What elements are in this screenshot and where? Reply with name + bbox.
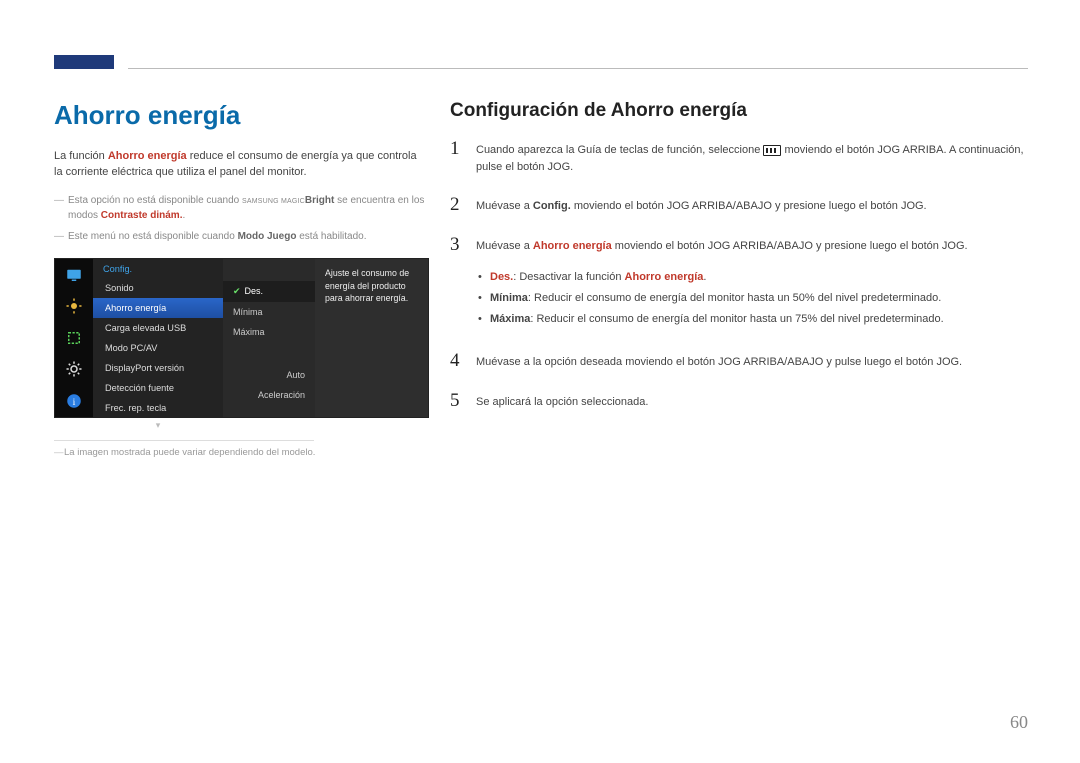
hl-ahorro: Ahorro energía (108, 150, 187, 162)
note-1: Esta opción no está disponible cuando SA… (54, 193, 426, 223)
osd-main-menu: Config. Sonido Ahorro energía Carga elev… (93, 259, 223, 417)
osd-screenshot: i Config. Sonido Ahorro energía Carga el… (54, 258, 429, 418)
header-rule (128, 68, 1028, 69)
gear-icon (55, 354, 93, 386)
osd-sub-item: Mínima (223, 302, 315, 322)
header-tab (54, 55, 114, 69)
steps-list: 1 Cuando aparezca la Guía de teclas de f… (450, 138, 1030, 430)
osd-sub-item: Máxima (223, 322, 315, 342)
info-icon: i (55, 385, 93, 417)
step-1: 1 Cuando aparezca la Guía de teclas de f… (450, 138, 1030, 194)
osd-sub-item-checked: Des. (223, 281, 315, 302)
right-heading: Configuración de Ahorro energía (450, 100, 1030, 122)
options-bullets: Des.: Desactivar la función Ahorro energ… (476, 269, 1030, 328)
osd-description: Ajuste el consumo de energía del product… (315, 259, 428, 417)
note-2: Este menú no está disponible cuando Modo… (54, 229, 426, 244)
left-heading: Ahorro energía (54, 100, 426, 131)
bullet-minima: Mínima: Reducir el consumo de energía de… (476, 290, 1030, 307)
brightness-icon (55, 290, 93, 322)
osd-value: Aceleración (223, 385, 315, 405)
page-number: 60 (1010, 712, 1028, 733)
step-3: 3 Muévase a Ahorro energía moviendo el b… (450, 234, 1030, 350)
osd-value: Auto (223, 365, 315, 385)
osd-item: Frec. rep. tecla (93, 398, 223, 418)
osd-title: Config. (93, 259, 223, 278)
osd-item-selected: Ahorro energía (93, 298, 223, 318)
bullet-des: Des.: Desactivar la función Ahorro energ… (476, 269, 1030, 286)
osd-item: DisplayPort versión (93, 358, 223, 378)
intro-paragraph: La función Ahorro energía reduce el cons… (54, 149, 426, 181)
step-5: 5 Se aplicará la opción seleccionada. (450, 390, 1030, 430)
chevron-down-icon: ▾ (93, 418, 223, 431)
monitor-icon (55, 259, 93, 291)
osd-submenu: Des. Mínima Máxima Auto Aceleración (223, 259, 315, 417)
osd-nav-icons: i (55, 259, 93, 417)
osd-item: Carga elevada USB (93, 318, 223, 338)
footnote-separator (54, 440, 314, 441)
crop-icon (55, 322, 93, 354)
osd-item: Modo PC/AV (93, 338, 223, 358)
step-4: 4 Muévase a la opción deseada moviendo e… (450, 350, 1030, 390)
osd-item: Sonido (93, 278, 223, 298)
footnote: La imagen mostrada puede variar dependie… (54, 447, 426, 458)
svg-text:i: i (73, 397, 76, 408)
bullet-maxima: Máxima: Reducir el consumo de energía de… (476, 311, 1030, 328)
step-2: 2 Muévase a Config. moviendo el botón JO… (450, 194, 1030, 234)
menu-inline-icon (763, 145, 781, 156)
osd-item: Detección fuente (93, 378, 223, 398)
